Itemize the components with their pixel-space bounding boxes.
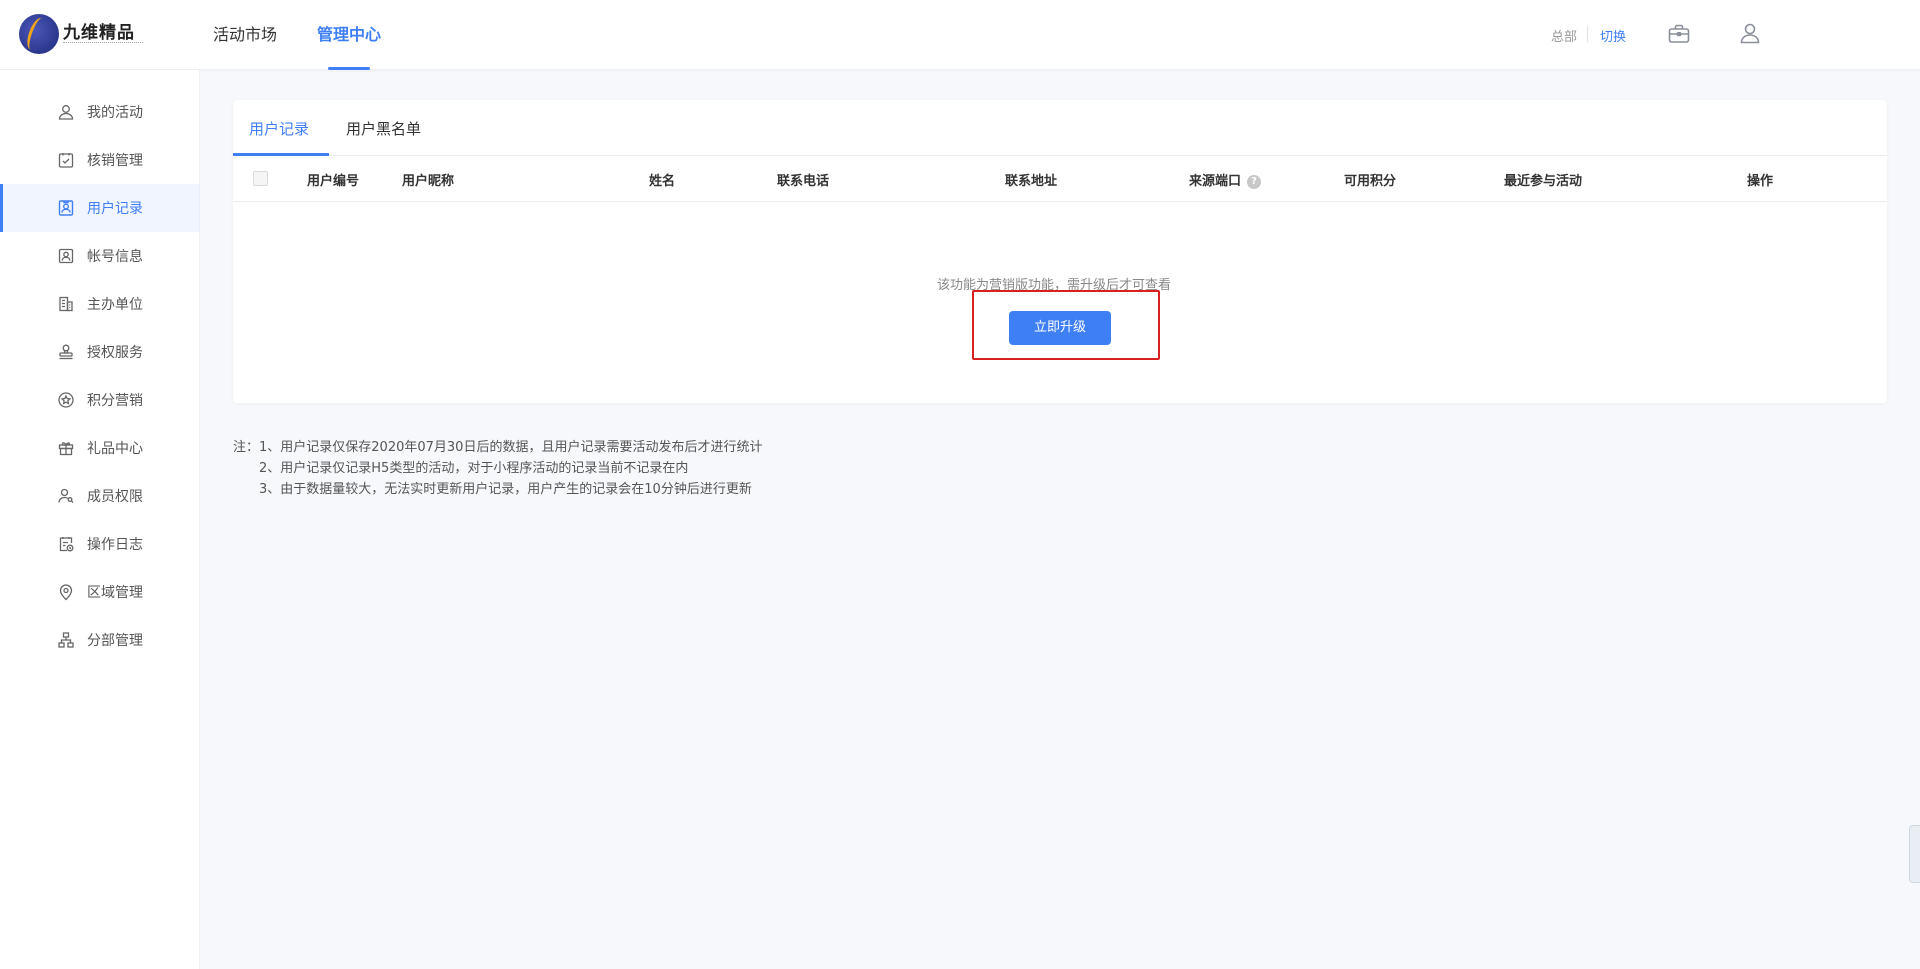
sidebar-item-gift-center[interactable]: 礼品中心 xyxy=(0,424,199,472)
brand-tagline xyxy=(63,42,143,46)
user-card-icon xyxy=(57,199,75,217)
note-line: 注：1、用户记录仅保存2020年07月30日后的数据，且用户记录需要活动发布后才… xyxy=(233,440,763,455)
sidebar-item-operation-log[interactable]: 操作日志 xyxy=(0,520,199,568)
select-all-checkbox[interactable] xyxy=(253,171,268,186)
sidebar-item-authorization[interactable]: 授权服务 xyxy=(0,328,199,376)
notes: 注：1、用户记录仅保存2020年07月30日后的数据，且用户记录需要活动发布后才… xyxy=(233,437,762,500)
nav-activity-market[interactable]: 活动市场 xyxy=(213,0,277,70)
sidebar-item-label: 主办单位 xyxy=(87,297,143,313)
gift-icon xyxy=(57,439,75,457)
sidebar-item-points-marketing[interactable]: 积分营销 xyxy=(0,376,199,424)
sidebar-item-label: 帐号信息 xyxy=(87,249,143,265)
sidebar-item-member-permissions[interactable]: 成员权限 xyxy=(0,472,199,520)
upgrade-notice-text: 该功能为营销版功能，需升级后才可查看 xyxy=(936,278,1171,293)
briefcase-icon[interactable] xyxy=(1667,22,1691,46)
sidebar-item-label: 授权服务 xyxy=(87,345,143,361)
note-line: 3、由于数据量较大，无法实时更新用户记录，用户产生的记录会在10分钟后进行更新 xyxy=(259,482,752,497)
sidebar-item-region-management[interactable]: 区域管理 xyxy=(0,568,199,616)
user-records-card: 用户记录 用户黑名单 用户编号 用户昵称 姓名 联系电话 联系地址 来源端口? … xyxy=(233,100,1887,403)
tab-user-blacklist[interactable]: 用户黑名单 xyxy=(346,118,421,139)
id-card-icon xyxy=(57,247,75,265)
sidebar-item-label: 操作日志 xyxy=(87,537,143,553)
sidebar-item-label: 积分营销 xyxy=(87,393,143,409)
col-available-points: 可用积分 xyxy=(1344,174,1397,189)
brand-name: 九维精品 xyxy=(63,23,135,43)
sidebar-item-my-activities[interactable]: 我的活动 xyxy=(0,88,199,136)
sidebar-item-label: 我的活动 xyxy=(87,105,143,121)
note-line: 2、用户记录仅记录H5类型的活动，对于小程序活动的记录当前不记录在内 xyxy=(259,461,689,476)
sidebar-item-account-info[interactable]: 帐号信息 xyxy=(0,232,199,280)
sidebar: 我的活动 核销管理 用户记录 帐号信息 主办单位 授权服务 积分营销 礼品中心 … xyxy=(0,70,200,969)
org-chart-icon xyxy=(57,631,75,649)
stamp-icon xyxy=(57,343,75,361)
col-source-port: 来源端口? xyxy=(1189,170,1262,189)
col-phone: 联系电话 xyxy=(777,174,830,189)
upgrade-notice: 该功能为营销版功能，需升级后才可查看 xyxy=(233,274,1887,293)
col-name: 姓名 xyxy=(649,174,676,189)
col-recent-activity: 最近参与活动 xyxy=(1504,174,1583,189)
top-nav: 活动市场 管理中心 xyxy=(213,0,421,70)
col-nickname: 用户昵称 xyxy=(402,174,455,189)
table-header: 用户编号 用户昵称 姓名 联系电话 联系地址 来源端口? 可用积分 最近参与活动… xyxy=(233,156,1887,202)
location-pin-icon xyxy=(57,583,75,601)
tab-user-records[interactable]: 用户记录 xyxy=(249,118,309,139)
col-address: 联系地址 xyxy=(1005,174,1058,189)
col-user-id: 用户编号 xyxy=(307,174,360,189)
upgrade-now-button[interactable]: 立即升级 xyxy=(1009,311,1111,345)
sidebar-item-label: 礼品中心 xyxy=(87,441,143,457)
col-source-port-label: 来源端口 xyxy=(1189,174,1242,189)
sidebar-item-label: 区域管理 xyxy=(87,585,143,601)
log-icon xyxy=(57,535,75,553)
sidebar-item-label: 分部管理 xyxy=(87,633,143,649)
user-icon xyxy=(57,103,75,121)
sidebar-item-branch-management[interactable]: 分部管理 xyxy=(0,616,199,664)
star-circle-icon xyxy=(57,391,75,409)
sidebar-item-label: 成员权限 xyxy=(87,489,143,505)
switch-org-link[interactable]: 切换 xyxy=(1600,26,1626,45)
help-icon[interactable]: ? xyxy=(1247,175,1262,189)
sidebar-item-verification[interactable]: 核销管理 xyxy=(0,136,199,184)
user-key-icon xyxy=(57,487,75,505)
divider xyxy=(1587,26,1588,42)
account-icon[interactable] xyxy=(1738,21,1762,45)
sidebar-item-label: 核销管理 xyxy=(87,153,143,169)
side-scroll-handle[interactable] xyxy=(1909,825,1920,883)
logo-mark-icon xyxy=(19,14,59,54)
col-actions: 操作 xyxy=(1747,174,1774,189)
brand-logo[interactable]: 九维精品 xyxy=(19,14,169,56)
building-icon xyxy=(57,295,75,313)
tab-bar: 用户记录 用户黑名单 xyxy=(233,100,1887,156)
sidebar-item-user-records[interactable]: 用户记录 xyxy=(0,184,199,232)
sidebar-item-label: 用户记录 xyxy=(87,201,143,217)
current-org: 总部 xyxy=(1551,30,1578,45)
nav-management-center[interactable]: 管理中心 xyxy=(317,0,381,70)
sidebar-item-organizer[interactable]: 主办单位 xyxy=(0,280,199,328)
top-header: 九维精品 活动市场 管理中心 总部 切换 xyxy=(0,0,1920,70)
clipboard-check-icon xyxy=(57,151,75,169)
